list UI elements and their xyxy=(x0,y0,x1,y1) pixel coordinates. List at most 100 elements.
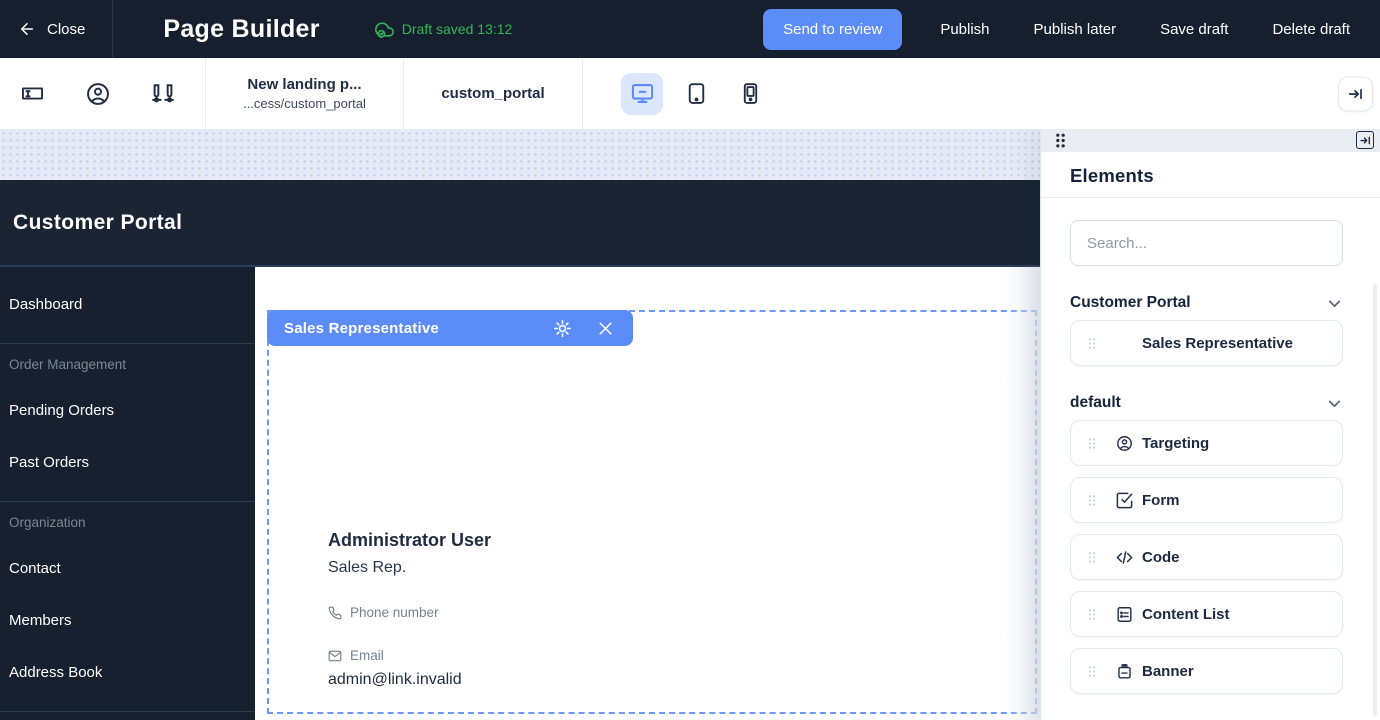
canvas-dotted-background xyxy=(0,130,1040,180)
builder-toolbar: New landing p... ...cess/custom_portal c… xyxy=(0,58,1380,130)
chevron-down-icon xyxy=(1326,295,1343,312)
banner-icon xyxy=(1114,662,1134,681)
preview-body: Dashboard Order Management Pending Order… xyxy=(0,267,1040,720)
drag-handle-icon xyxy=(1087,436,1097,451)
rep-phone-label: Phone number xyxy=(350,605,439,620)
rep-name: Administrator User xyxy=(328,530,491,551)
preview-page-header: Customer Portal xyxy=(0,180,1040,267)
toolbar-divider xyxy=(582,58,583,129)
phone-preview-button[interactable] xyxy=(729,73,771,115)
section-header-customer-portal[interactable]: Customer Portal xyxy=(1070,294,1343,312)
sidebar-item-pending-orders[interactable]: Pending Orders xyxy=(0,384,255,436)
canvas: Customer Portal Dashboard Order Manageme… xyxy=(0,130,1040,720)
drag-handle-icon xyxy=(1087,336,1097,351)
element-remove-button[interactable] xyxy=(595,318,616,339)
element-card-label: Sales Representative xyxy=(1142,335,1293,352)
back-arrow-icon xyxy=(18,20,36,38)
preview-content: Sales Representative xyxy=(255,267,1040,720)
drag-handle-icon xyxy=(1087,607,1097,622)
panel-scrollbar[interactable] xyxy=(1373,284,1377,716)
rep-phone-row: Phone number xyxy=(328,605,491,620)
send-to-review-button[interactable]: Send to review xyxy=(763,9,902,50)
cloud-check-icon xyxy=(375,20,394,39)
preview-sidebar: Dashboard Order Management Pending Order… xyxy=(0,267,255,720)
elements-panel: Elements Customer Portal Sales Represent… xyxy=(1040,128,1380,720)
collapse-panel-button[interactable] xyxy=(1338,76,1373,111)
element-card-label: Code xyxy=(1142,549,1180,566)
text-field-tool-button[interactable] xyxy=(0,58,65,129)
audience-tool-button[interactable] xyxy=(65,58,130,129)
sidebar-section-settings: Settings xyxy=(0,712,255,720)
element-settings-button[interactable] xyxy=(552,318,573,339)
rep-role: Sales Rep. xyxy=(328,559,491,577)
panel-divider xyxy=(1041,197,1380,198)
desktop-preview-button[interactable] xyxy=(621,73,663,115)
section-header-default[interactable]: default xyxy=(1070,394,1343,412)
sidebar-section-organization: Organization xyxy=(0,502,255,542)
element-card-label: Form xyxy=(1142,492,1180,509)
section-title: default xyxy=(1070,394,1121,412)
publish-button[interactable]: Publish xyxy=(918,9,1011,50)
drag-handle-icon xyxy=(1087,493,1097,508)
element-label-bar[interactable]: Sales Representative xyxy=(267,310,633,346)
tablet-icon xyxy=(684,81,709,106)
close-button[interactable]: Close xyxy=(0,0,113,58)
element-card-targeting[interactable]: Targeting xyxy=(1070,420,1343,466)
collapse-right-icon xyxy=(1347,85,1364,102)
element-card-sales-representative[interactable]: Sales Representative xyxy=(1070,320,1343,366)
page-builder-app: Close Page Builder Draft saved 13:12 Sen… xyxy=(0,0,1380,720)
text-field-icon xyxy=(19,80,46,107)
sliders-tool-button[interactable] xyxy=(130,58,195,129)
sidebar-item-dashboard[interactable]: Dashboard xyxy=(0,278,255,330)
delete-draft-button[interactable]: Delete draft xyxy=(1250,9,1372,50)
sidebar-item-contact[interactable]: Contact xyxy=(0,542,255,594)
element-card-banner[interactable]: Banner xyxy=(1070,648,1343,694)
selected-sales-representative-element[interactable]: Sales Representative xyxy=(267,310,1037,714)
element-card-label: Targeting xyxy=(1142,435,1209,452)
element-card-content-list[interactable]: Content List xyxy=(1070,591,1343,637)
sliders-icon xyxy=(149,80,177,108)
draft-status: Draft saved 13:12 xyxy=(375,20,513,39)
sidebar-item-address-book[interactable]: Address Book xyxy=(0,646,255,698)
device-preview-toggle xyxy=(621,58,771,129)
panel-drag-handle-icon[interactable] xyxy=(1054,132,1067,149)
sales-rep-card: Administrator User Sales Rep. Phone numb… xyxy=(328,530,491,689)
phone-handset-icon xyxy=(328,606,342,620)
content-list-icon xyxy=(1114,605,1134,624)
publish-later-button[interactable]: Publish later xyxy=(1012,9,1139,50)
element-card-label: Banner xyxy=(1142,663,1194,680)
elements-search-input[interactable] xyxy=(1070,220,1343,266)
collapse-right-icon xyxy=(1360,135,1371,146)
tool-group xyxy=(0,58,205,129)
phone-icon xyxy=(738,81,763,106)
workspace: Customer Portal Dashboard Order Manageme… xyxy=(0,130,1380,720)
drag-handle-icon xyxy=(1087,550,1097,565)
gear-icon xyxy=(552,318,573,339)
element-card-code[interactable]: Code xyxy=(1070,534,1343,580)
app-title: Page Builder xyxy=(163,15,319,44)
user-circle-icon xyxy=(84,80,112,108)
chevron-down-icon xyxy=(1326,395,1343,412)
tablet-preview-button[interactable] xyxy=(675,73,717,115)
envelope-icon xyxy=(328,649,342,663)
element-card-form[interactable]: Form xyxy=(1070,477,1343,523)
panel-collapse-button[interactable] xyxy=(1356,131,1374,149)
targeting-icon xyxy=(1114,434,1134,453)
sidebar-item-past-orders[interactable]: Past Orders xyxy=(0,436,255,488)
close-label: Close xyxy=(47,21,85,38)
sidebar-section-order-management: Order Management xyxy=(0,344,255,384)
panel-drag-strip xyxy=(1041,128,1380,152)
desktop-icon xyxy=(629,80,656,107)
code-icon xyxy=(1114,548,1134,567)
sidebar-item-members[interactable]: Members xyxy=(0,594,255,646)
top-bar: Close Page Builder Draft saved 13:12 Sen… xyxy=(0,0,1380,58)
page-name: New landing p... xyxy=(247,76,361,93)
rep-email-value: admin@link.invalid xyxy=(328,671,491,689)
page-path: ...cess/custom_portal xyxy=(243,96,366,111)
drag-handle-icon xyxy=(1087,664,1097,679)
page-switcher[interactable]: New landing p... ...cess/custom_portal xyxy=(206,58,403,129)
element-label-text: Sales Representative xyxy=(284,320,439,337)
tab-custom-portal[interactable]: custom_portal xyxy=(404,58,582,129)
rep-email-label: Email xyxy=(350,648,384,663)
save-draft-button[interactable]: Save draft xyxy=(1138,9,1250,50)
